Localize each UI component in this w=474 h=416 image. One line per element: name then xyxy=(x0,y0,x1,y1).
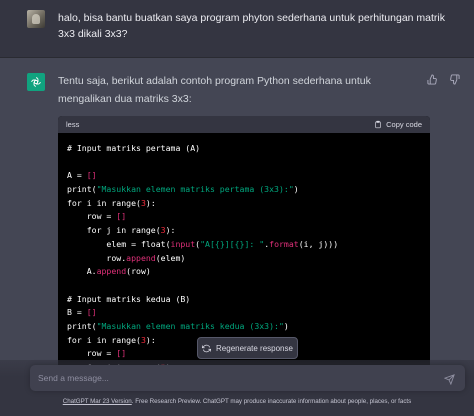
copy-code-button[interactable]: Copy code xyxy=(374,120,422,129)
code-block-header: less Copy code xyxy=(58,116,430,133)
code-token: row = xyxy=(67,211,117,222)
footer-text: . Free Research Preview. ChatGPT may pro… xyxy=(131,398,412,405)
code-line: # Input matriks pertama (A) xyxy=(67,142,421,156)
code-token: print( xyxy=(67,320,97,331)
code-line: B = [] xyxy=(67,306,421,320)
code-line: print("Masukkan elemen matriks pertama (… xyxy=(67,183,421,197)
code-token: [] xyxy=(116,211,127,222)
code-token: A. xyxy=(67,266,97,277)
code-token: [] xyxy=(116,348,127,359)
code-line: elem = float(input("A[{}][{}]: ".format(… xyxy=(67,238,421,252)
code-token: (row) xyxy=(126,266,151,277)
user-message-row: halo, bisa bantu buatkan saya program ph… xyxy=(0,0,474,58)
code-token: "A[{}][{}]: " xyxy=(200,238,265,249)
code-token: # Input matriks kedua (B) xyxy=(67,293,191,304)
code-token: A = xyxy=(67,170,87,181)
message-input-placeholder: Send a message... xyxy=(38,373,109,383)
code-token: B = xyxy=(67,307,87,318)
thumbs-down-icon[interactable] xyxy=(448,73,460,85)
code-token: print( xyxy=(67,184,97,195)
code-token: input xyxy=(170,238,196,249)
code-token: [] xyxy=(86,170,97,181)
code-token: (i, j))) xyxy=(298,238,339,249)
thumbs-up-icon[interactable] xyxy=(426,73,438,85)
code-line: A = [] xyxy=(67,169,421,183)
chatgpt-logo-icon xyxy=(27,73,45,91)
regenerate-response-button[interactable]: Regenerate response xyxy=(197,337,298,359)
footer-disclaimer: ChatGPT Mar 23 Version. Free Research Pr… xyxy=(0,398,474,405)
code-token: for i in range( xyxy=(67,334,141,345)
refresh-icon xyxy=(202,344,212,352)
user-message-text: halo, bisa bantu buatkan saya program ph… xyxy=(58,12,446,40)
code-token: (elem) xyxy=(155,252,186,263)
code-token: append xyxy=(126,252,156,263)
message-actions xyxy=(426,73,460,85)
code-token: row. xyxy=(67,252,127,263)
code-token: for j in range( xyxy=(67,225,161,236)
code-token: elem = float( xyxy=(67,238,171,249)
code-line: for j in range(3): xyxy=(67,224,421,238)
code-token: ) xyxy=(293,184,299,195)
code-token: [] xyxy=(86,307,97,318)
code-line: row = [] xyxy=(67,210,421,224)
code-token: format xyxy=(269,238,299,249)
regenerate-label: Regenerate response xyxy=(216,343,293,353)
code-line: # Input matriks kedua (B) xyxy=(67,293,421,307)
clipboard-icon xyxy=(375,120,381,129)
code-token: "Masukkan elemen matriks pertama (3x3):" xyxy=(96,184,294,195)
code-token: # Input matriks pertama (A) xyxy=(67,143,201,153)
code-line: A.append(row) xyxy=(67,265,421,279)
assistant-intro-text: Tentu saja, berikut adalah contoh progra… xyxy=(58,75,371,105)
code-token: ): xyxy=(145,197,156,208)
version-link[interactable]: ChatGPT Mar 23 Version xyxy=(63,398,132,405)
user-avatar xyxy=(27,10,45,28)
send-icon[interactable] xyxy=(443,372,456,386)
copy-code-label: Copy code xyxy=(386,120,422,129)
code-line: row.append(elem) xyxy=(67,252,421,266)
code-token: for i in range( xyxy=(67,197,141,208)
code-token: ) xyxy=(283,320,289,331)
code-token: row = xyxy=(67,348,117,359)
code-line: for i in range(3): xyxy=(67,197,421,211)
code-line: print("Masukkan elemen matriks kedua (3x… xyxy=(67,320,421,334)
code-token: ): xyxy=(145,334,156,345)
code-token: ): xyxy=(165,225,176,236)
code-language-label: less xyxy=(66,120,80,129)
code-token: "Masukkan elemen matriks kedua (3x3):" xyxy=(96,320,284,331)
code-token: append xyxy=(96,266,127,277)
message-input[interactable]: Send a message... xyxy=(30,365,465,391)
